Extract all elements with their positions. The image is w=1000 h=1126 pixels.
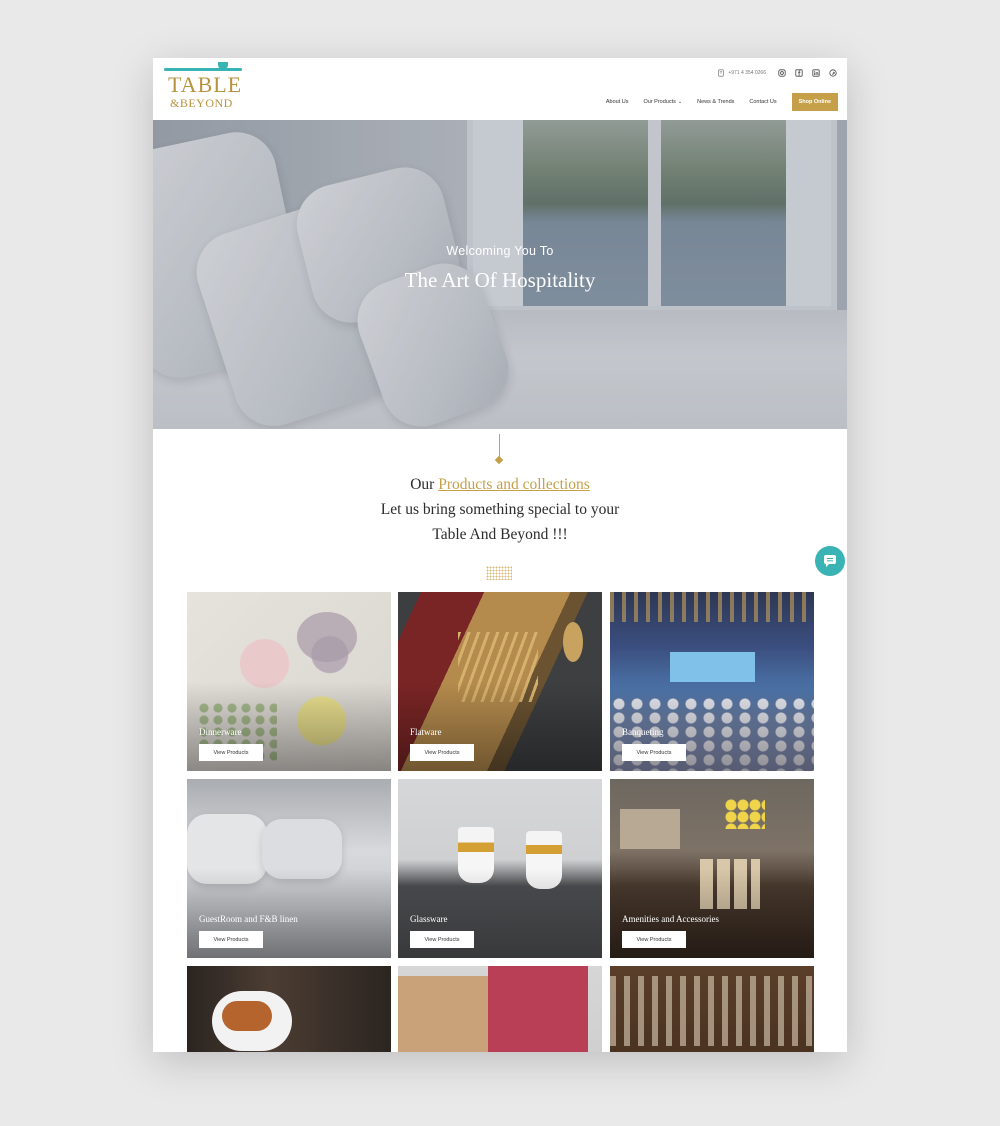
- product-card-flatware[interactable]: Flatware View Products: [398, 592, 602, 771]
- intro-line-3: Table And Beyond !!!: [432, 526, 568, 543]
- diamond-ornament-icon: [494, 455, 504, 465]
- card-title: Banqueting: [622, 727, 664, 737]
- view-products-button[interactable]: View Products: [199, 931, 263, 948]
- products-intro: Our Products and collections Let us brin…: [153, 472, 847, 547]
- product-card-guestroom-linen[interactable]: GuestRoom and F&B linen View Products: [187, 779, 391, 958]
- site-header: TABLE &BEYOND +971 4 354 0266 About Us O…: [153, 58, 847, 120]
- chat-icon: [824, 555, 836, 567]
- bottles-shelf-image: [610, 976, 814, 1046]
- section-divider-line: [499, 434, 500, 458]
- dotted-ornament: [486, 566, 512, 580]
- food-image: [222, 1001, 272, 1031]
- product-card-service[interactable]: [187, 966, 391, 1052]
- logo-cup-icon: [218, 62, 228, 69]
- chat-button[interactable]: [815, 546, 845, 576]
- view-products-button[interactable]: View Products: [622, 931, 686, 948]
- card-title: Amenities and Accessories: [622, 914, 719, 924]
- nav-about-us[interactable]: About Us: [606, 99, 629, 105]
- card-title: GuestRoom and F&B linen: [199, 914, 298, 924]
- pinterest-icon[interactable]: [829, 69, 837, 77]
- nav-contact-us[interactable]: Contact Us: [749, 99, 776, 105]
- nav-news-label: News & Trends: [697, 99, 735, 105]
- main-navigation: About Us Our Products ⌄ News & Trends Co…: [606, 93, 838, 111]
- shop-online-button[interactable]: Shop Online: [791, 93, 838, 111]
- phone-link[interactable]: +971 4 354 0266: [717, 69, 766, 77]
- card-title: Glassware: [410, 914, 448, 924]
- logo-text-main: TABLE: [168, 72, 243, 97]
- phone-icon: [717, 69, 725, 77]
- view-products-button[interactable]: View Products: [410, 931, 474, 948]
- nav-contact-label: Contact Us: [749, 99, 777, 105]
- card-title: Flatware: [410, 727, 442, 737]
- intro-heading: Our Products and collections: [153, 472, 847, 497]
- header-topbar: +971 4 354 0266: [717, 69, 837, 77]
- product-card-bar[interactable]: [610, 966, 814, 1052]
- intro-line-2: Let us bring something special to your: [380, 501, 620, 518]
- chevron-down-icon: ⌄: [677, 99, 683, 105]
- hero-title: The Art Of Hospitality: [404, 268, 596, 292]
- hero-subtitle: Welcoming You To: [446, 244, 554, 258]
- phone-number: +971 4 354 0266: [728, 70, 766, 76]
- product-card-glassware[interactable]: Glassware View Products: [398, 779, 602, 958]
- products-collections-link[interactable]: Products and collections: [438, 476, 590, 493]
- site-logo[interactable]: TABLE &BEYOND: [162, 62, 246, 110]
- view-products-button[interactable]: View Products: [410, 744, 474, 761]
- product-card-amenities[interactable]: Amenities and Accessories View Products: [610, 779, 814, 958]
- product-card-dinnerware[interactable]: Dinnerware View Products: [187, 592, 391, 771]
- intro-prefix: Our: [410, 476, 439, 493]
- linkedin-icon[interactable]: [812, 69, 820, 77]
- logo-text-sub: &BEYOND: [170, 96, 233, 110]
- webpage: TABLE &BEYOND +971 4 354 0266 About Us O…: [153, 58, 847, 1052]
- view-products-button[interactable]: View Products: [622, 744, 686, 761]
- nav-products-label: Our Products: [643, 99, 676, 105]
- nav-our-products[interactable]: Our Products ⌄: [643, 99, 682, 105]
- product-card-banqueting[interactable]: Banqueting View Products: [610, 592, 814, 771]
- card-title: Dinnerware: [199, 727, 242, 737]
- product-card-menu-covers[interactable]: [398, 966, 602, 1052]
- view-products-button[interactable]: View Products: [199, 744, 263, 761]
- instagram-icon[interactable]: [778, 69, 786, 77]
- nav-news-trends[interactable]: News & Trends: [697, 99, 734, 105]
- facebook-icon[interactable]: [795, 69, 803, 77]
- hero-banner: Welcoming You To The Art Of Hospitality: [153, 120, 847, 429]
- logo-table-bar: [164, 68, 242, 71]
- clipboard-image: [488, 966, 588, 1052]
- nav-about-label: About Us: [605, 99, 629, 105]
